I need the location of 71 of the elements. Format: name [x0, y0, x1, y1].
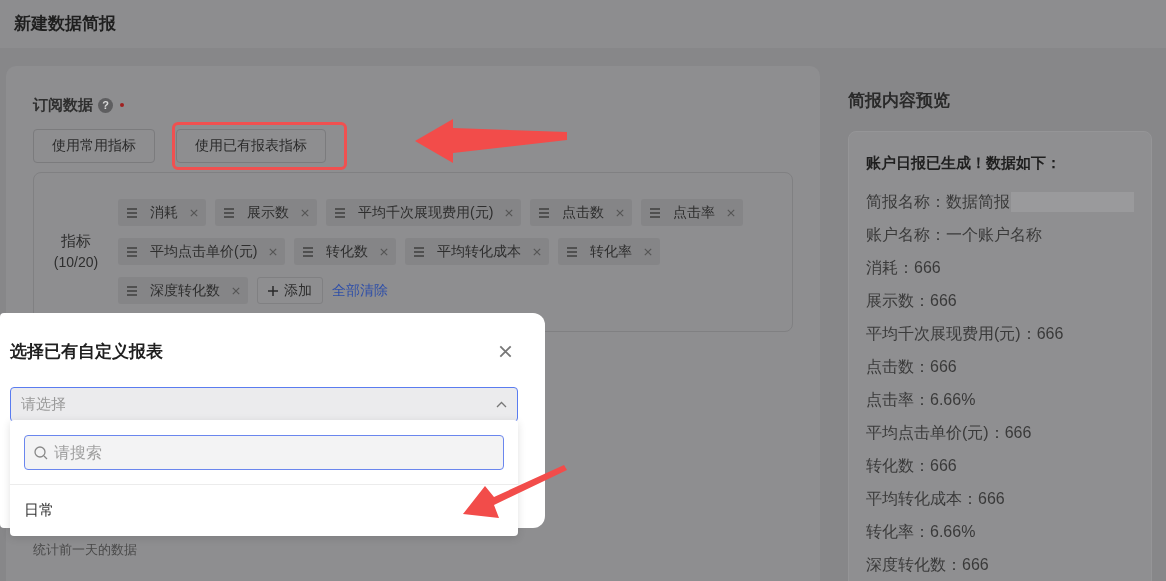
remove-icon[interactable] [269, 247, 278, 256]
metric-tag[interactable]: 平均转化成本 [405, 238, 550, 265]
metric-tag-label: 点击数 [562, 203, 605, 222]
plus-icon [268, 285, 278, 296]
drag-handle-icon[interactable] [126, 207, 138, 218]
dialog-title: 选择已有自定义报表 [10, 341, 163, 363]
preview-line: 点击数：666 [866, 356, 957, 377]
remove-icon[interactable] [644, 247, 653, 256]
metric-tag-label: 展示数 [247, 203, 289, 222]
preview-line: 转化数：666 [866, 455, 957, 476]
preview-line: 简报名称：数据简报 [866, 191, 1010, 212]
metrics-label: 指标 [61, 230, 91, 251]
metric-tag[interactable]: 消耗 [118, 199, 206, 226]
remove-icon[interactable] [380, 247, 389, 256]
remove-icon[interactable] [533, 247, 542, 256]
preview-line: 转化率：6.66% [866, 521, 976, 542]
metric-tag-label: 深度转化数 [150, 281, 220, 300]
preview-line: 消耗：666 [866, 257, 941, 278]
metric-tag-label: 平均千次展现费用(元) [358, 203, 494, 222]
metric-tag-label: 点击率 [673, 203, 716, 222]
metric-tag-label: 平均转化成本 [437, 242, 522, 261]
drag-handle-icon[interactable] [566, 246, 579, 257]
metric-tag-label: 消耗 [150, 203, 178, 222]
drag-handle-icon[interactable] [126, 246, 138, 257]
remove-icon[interactable] [190, 208, 198, 217]
preview-line: 点击率：6.66% [866, 389, 976, 410]
metric-tag-label: 转化数 [326, 242, 369, 261]
drag-handle-icon[interactable] [302, 246, 315, 257]
metric-tag[interactable]: 平均点击单价(元) [118, 238, 286, 265]
drag-handle-icon[interactable] [538, 207, 551, 218]
search-field[interactable]: 请搜索 [24, 435, 504, 470]
remove-icon[interactable] [232, 286, 240, 295]
metric-tag-label: 平均点击单价(元) [150, 242, 258, 261]
remove-icon[interactable] [301, 208, 309, 217]
search-icon [34, 446, 48, 460]
drag-handle-icon[interactable] [126, 285, 138, 296]
metric-source-button[interactable]: 使用已有报表指标 [176, 128, 326, 163]
dropdown-option[interactable]: 日常 [10, 485, 518, 535]
drag-handle-icon[interactable] [649, 207, 662, 218]
metric-tag[interactable]: 转化数 [294, 238, 397, 265]
metric-tag[interactable]: 点击数 [530, 199, 633, 226]
report-select[interactable]: 请选择 [10, 386, 518, 422]
page-title: 新建数据简报 [14, 13, 116, 36]
metrics-count: (10/20) [53, 253, 99, 273]
drag-handle-icon[interactable] [223, 207, 235, 218]
preview-heading: 账户日报已生成！数据如下： [866, 152, 1062, 173]
metric-tag[interactable]: 深度转化数 [118, 277, 248, 304]
remove-icon[interactable] [727, 208, 736, 217]
metric-tag[interactable]: 展示数 [215, 199, 317, 226]
preview-line: 深度转化数：666 [866, 554, 989, 575]
preview-line: 展示数：666 [866, 290, 957, 311]
preview-title: 简报内容预览 [848, 91, 950, 110]
select-placeholder: 请选择 [21, 393, 66, 414]
metric-tag[interactable]: 转化率 [558, 238, 661, 265]
chevron-icon [496, 400, 507, 408]
remove-icon[interactable] [616, 208, 625, 217]
metric-tag-label: 转化率 [590, 242, 633, 261]
clear-all-link[interactable]: 全部清除 [332, 277, 388, 304]
preview-line: 账户名称：一个账户名称 [866, 224, 1042, 245]
remove-icon[interactable] [505, 208, 514, 217]
metric-source-button[interactable]: 使用常用指标 [33, 128, 155, 163]
add-button[interactable]: 添加 [257, 277, 323, 304]
preview-line: 平均转化成本：666 [866, 488, 1005, 509]
help-icon[interactable]: ? [98, 97, 113, 113]
preview-line: 平均点击单价(元)：666 [866, 422, 1032, 443]
metric-tag[interactable]: 平均千次展现费用(元) [326, 199, 522, 226]
drag-handle-icon[interactable] [334, 207, 346, 218]
preview-line: 平均千次展现费用(元)：666 [866, 323, 1064, 344]
metric-tag[interactable]: 点击率 [641, 199, 744, 226]
section-label: 订阅数据 [33, 95, 93, 115]
drag-handle-icon[interactable] [413, 246, 426, 257]
